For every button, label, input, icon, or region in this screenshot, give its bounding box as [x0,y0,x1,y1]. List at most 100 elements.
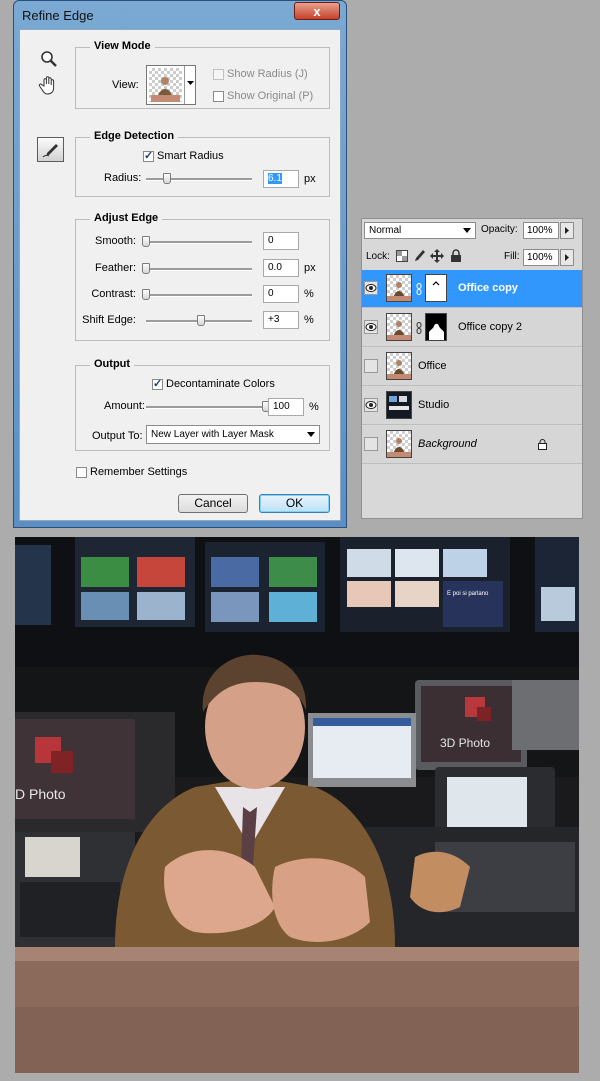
shiftedge-input[interactable]: +3 [263,311,299,329]
amount-slider-track[interactable] [146,406,266,409]
layer-mask-thumbnail[interactable] [425,313,447,341]
lock-transparency-icon[interactable] [396,250,408,262]
output-to-dropdown[interactable]: New Layer with Layer Mask [146,425,320,444]
layer-row-office-copy-2[interactable]: Office copy 2 [362,309,582,347]
layer-name: Office copy 2 [458,321,522,333]
smooth-slider-track[interactable] [146,241,252,244]
monitor-caption-text: E poi si parlano [447,591,489,597]
view-mode-title: View Mode [90,40,155,52]
lock-label: Lock: [366,251,390,262]
feather-slider-handle[interactable] [142,263,150,274]
opacity-flyout-button[interactable] [560,222,574,239]
fill-label: Fill: [504,251,520,262]
visibility-toggle[interactable] [364,320,378,334]
view-mode-group: View Mode View: Show Radius (J) Show Ori… [75,40,330,109]
dialog-body: View Mode View: Show Radius (J) Show Ori… [19,29,341,521]
mask-shape-icon [429,323,444,340]
smooth-label: Smooth: [95,235,136,247]
cancel-button[interactable]: Cancel [178,494,248,513]
office-studio-image: E poi si parlano 3D Photo D Photo [15,537,579,1073]
layer-thumbnail [386,352,412,380]
lock-position-icon[interactable] [430,249,444,263]
opacity-label: Opacity: [481,224,518,235]
visibility-toggle[interactable] [364,398,378,412]
feather-label: Feather: [95,262,136,274]
shiftedge-slider-handle[interactable] [197,315,205,326]
layer-row-office[interactable]: Office [362,348,582,386]
fill-flyout-button[interactable] [560,249,574,266]
contrast-slider-handle[interactable] [142,289,150,300]
layer-row-office-copy[interactable]: Office copy [362,270,582,308]
adjust-edge-group: Adjust Edge Smooth: 0 Feather: 0.0 px Contras… [75,212,330,341]
person-thumbnail-icon [151,77,180,102]
show-original-checkbox[interactable] [213,91,224,102]
dialog-title: Refine Edge [22,8,94,23]
layer-mask-thumbnail[interactable] [425,274,447,302]
amount-unit: % [309,401,319,413]
radius-input[interactable]: 6.1 [263,170,299,188]
hand-tool-icon[interactable] [38,74,60,96]
layer-preview-icon [387,321,411,340]
radius-slider-handle[interactable] [163,173,171,184]
smooth-slider-handle[interactable] [142,236,150,247]
opacity-input[interactable]: 100% [523,222,559,239]
chevron-down-icon [463,228,471,233]
layer-row-background[interactable]: Background [362,426,582,464]
smart-radius-checkbox[interactable] [143,149,154,162]
ok-button[interactable]: OK [259,494,330,513]
shiftedge-label: Shift Edge: [82,314,136,326]
blend-mode-dropdown[interactable]: Normal [364,222,476,239]
logo-3d-photo-left: D Photo [15,786,66,802]
show-original-label: Show Original (P) [227,90,314,102]
feather-slider-track[interactable] [146,268,252,271]
eye-icon [365,401,377,409]
link-icon[interactable] [416,322,422,334]
amount-label: Amount: [104,400,145,412]
lock-icon [538,439,547,450]
view-mode-dropdown[interactable] [146,65,196,105]
radius-label: Radius: [104,172,142,184]
chevron-down-icon [187,81,194,85]
output-title: Output [90,358,135,370]
lock-all-icon[interactable] [450,249,462,263]
contrast-slider-track[interactable] [146,294,252,297]
radius-slider-track[interactable] [146,178,252,181]
adjust-edge-title: Adjust Edge [90,212,163,224]
remember-settings-checkbox[interactable] [76,467,87,478]
edge-detection-title: Edge Detection [90,130,179,142]
contrast-unit: % [304,288,314,300]
output-group: Output Decontaminate Colors Amount: 100 … [75,358,330,451]
fill-input[interactable]: 100% [523,249,559,266]
amount-input[interactable]: 100 [268,398,304,416]
visibility-toggle[interactable] [364,437,378,451]
blend-mode-value: Normal [369,225,402,236]
view-label: View: [112,79,139,91]
layer-thumbnail [386,391,412,419]
link-icon[interactable] [416,283,422,295]
layer-preview-icon [387,438,411,457]
logo-3d-photo-right: 3D Photo [440,736,490,750]
show-radius-label: Show Radius (J) [227,68,308,80]
layer-row-studio[interactable]: Studio [362,387,582,425]
visibility-toggle[interactable] [364,281,378,295]
contrast-input[interactable]: 0 [263,285,299,303]
eye-icon [365,284,377,292]
show-radius-checkbox[interactable] [213,69,224,80]
layer-name: Office copy [458,282,518,294]
smooth-input[interactable]: 0 [263,232,299,250]
layers-panel: Normal Opacity: 100% Lock: Fill: 100% Of… [361,218,583,519]
composite-photo: E poi si parlano 3D Photo D Photo [15,537,579,1073]
chevron-down-icon [307,432,315,437]
close-button[interactable]: x [294,2,340,20]
visibility-toggle[interactable] [364,359,378,373]
layer-name: Office [418,360,447,372]
mask-shape-icon [432,281,440,286]
remember-settings-label: Remember Settings [90,466,188,478]
layer-name: Background [418,438,477,450]
zoom-tool-icon[interactable] [38,48,60,70]
decontaminate-colors-checkbox[interactable] [152,377,163,390]
feather-input[interactable]: 0.0 [263,259,299,277]
lock-pixels-icon[interactable] [413,249,425,263]
refine-radius-tool[interactable] [37,137,64,162]
radius-unit: px [304,173,316,185]
